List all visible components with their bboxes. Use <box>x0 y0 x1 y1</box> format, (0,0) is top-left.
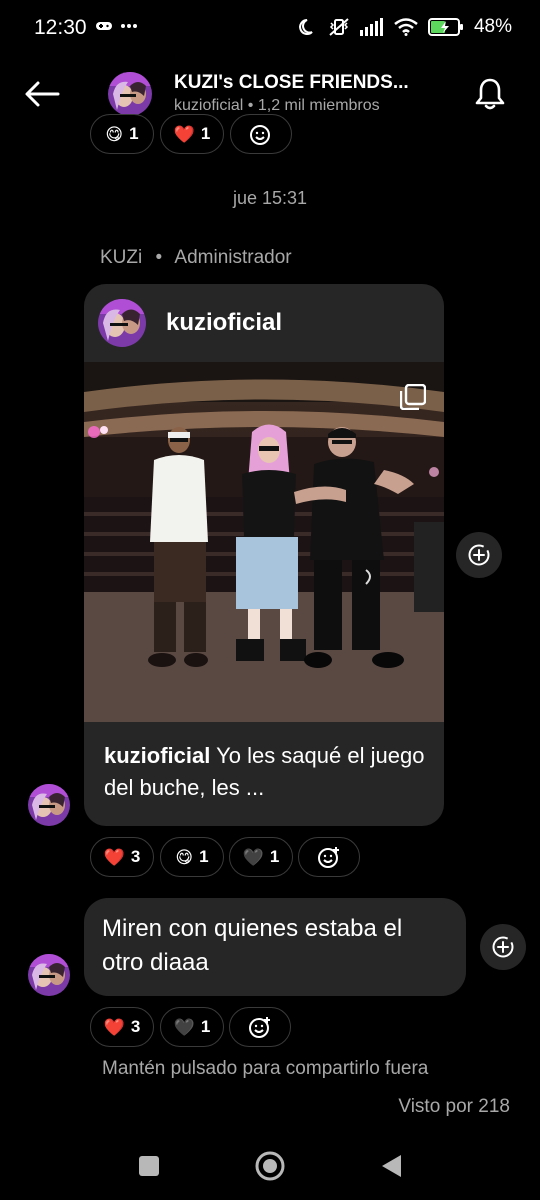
reaction-pill[interactable]: 🖤 1 <box>229 837 293 877</box>
square-icon <box>139 1156 159 1176</box>
sender-separator: • <box>155 247 163 268</box>
home-button[interactable] <box>252 1148 288 1184</box>
avatar-image <box>98 299 146 347</box>
post-username[interactable]: kuzioficial <box>166 309 282 337</box>
message-bubble[interactable]: Miren con quienes estaba el otro diaaa <box>84 898 466 996</box>
group-avatar[interactable] <box>108 72 152 116</box>
reaction-emoji: 🖤 <box>173 1017 195 1037</box>
reaction-count: 1 <box>199 847 209 866</box>
status-time: 12:30 <box>34 16 87 39</box>
add-reaction-button[interactable] <box>298 837 360 877</box>
caption-username: kuzioficial <box>104 743 211 768</box>
seen-by[interactable]: Visto por 218 <box>398 1096 510 1118</box>
reaction-count: 1 <box>200 1017 211 1036</box>
notifications-button[interactable] <box>470 74 510 114</box>
carousel-icon <box>400 384 426 410</box>
avatar-image <box>28 784 70 826</box>
battery-charging-icon <box>427 18 463 36</box>
reaction-emoji: 🖤 <box>242 847 264 867</box>
reaction-count: 1 <box>129 124 139 143</box>
post-image[interactable] <box>84 362 444 722</box>
add-reaction-button[interactable] <box>229 1007 291 1047</box>
share-hint: Mantén pulsado para compartirlo fuera <box>102 1058 429 1079</box>
triangle-back-icon <box>382 1155 401 1177</box>
group-subtitle: kuzioficial • 1,2 mil miembros <box>174 97 380 114</box>
sender-avatar[interactable] <box>28 784 70 826</box>
add-reaction-icon <box>250 125 270 145</box>
add-reaction-button[interactable] <box>230 114 292 154</box>
sender-role: Administrador <box>174 247 292 268</box>
message-timestamp: jue 15:31 <box>232 188 308 208</box>
post-header[interactable]: kuzioficial <box>84 284 444 362</box>
reaction-pill[interactable]: 😋 1 <box>90 114 154 154</box>
bell-icon <box>475 78 505 110</box>
reaction-emoji: 😋 <box>175 847 194 867</box>
shared-post-card[interactable]: kuzioficial kuzioficial Yo les saqué el … <box>84 284 444 826</box>
avatar-image <box>28 954 70 996</box>
post-photo <box>84 362 444 722</box>
reaction-pill[interactable]: ❤️ 3 <box>90 1007 154 1047</box>
post-avatar[interactable] <box>98 299 146 347</box>
reaction-emoji: ❤️ <box>103 847 125 867</box>
share-icon <box>468 544 490 566</box>
moon-icon <box>299 19 313 35</box>
share-icon <box>492 936 514 958</box>
circle-icon <box>255 1151 285 1181</box>
reaction-emoji: 😋 <box>105 124 124 144</box>
reaction-emoji: ❤️ <box>173 124 195 144</box>
back-arrow-icon <box>25 81 60 107</box>
status-bar: 12:30 48% <box>0 0 540 60</box>
sender-avatar[interactable] <box>28 954 70 996</box>
reaction-pill[interactable]: ❤️ 1 <box>160 114 224 154</box>
reaction-pill[interactable]: ❤️ 3 <box>90 837 154 877</box>
vibrate-off-icon <box>329 18 349 36</box>
back-nav-button[interactable] <box>373 1148 409 1184</box>
add-reaction-icon <box>318 847 339 868</box>
share-post-button[interactable] <box>456 532 502 578</box>
gamepad-icon <box>96 22 112 30</box>
recents-button[interactable] <box>131 1148 167 1184</box>
reaction-count: 3 <box>130 847 141 866</box>
reaction-count: 1 <box>200 124 211 143</box>
wifi-icon <box>394 18 418 36</box>
back-button[interactable] <box>22 74 62 114</box>
add-reaction-icon <box>249 1017 270 1038</box>
group-title[interactable]: KUZI's CLOSE FRIENDS... <box>174 72 409 94</box>
system-nav-bar <box>0 1130 540 1200</box>
reaction-pill[interactable]: 😋 1 <box>160 837 224 877</box>
reaction-count: 1 <box>269 847 280 866</box>
battery-percent: 48% <box>473 16 512 37</box>
reaction-pill[interactable]: 🖤 1 <box>160 1007 224 1047</box>
sender-line: KUZi • Administrador <box>100 247 292 269</box>
sender-name[interactable]: KUZi <box>100 247 142 268</box>
post-caption[interactable]: kuzioficial Yo les saqué el juego del bu… <box>104 740 430 804</box>
reaction-count: 3 <box>130 1017 141 1036</box>
more-dots-icon <box>121 24 137 28</box>
share-message-button[interactable] <box>480 924 526 970</box>
avatar-image <box>108 72 152 116</box>
reaction-emoji: ❤️ <box>103 1017 125 1037</box>
signal-icon <box>359 18 383 36</box>
